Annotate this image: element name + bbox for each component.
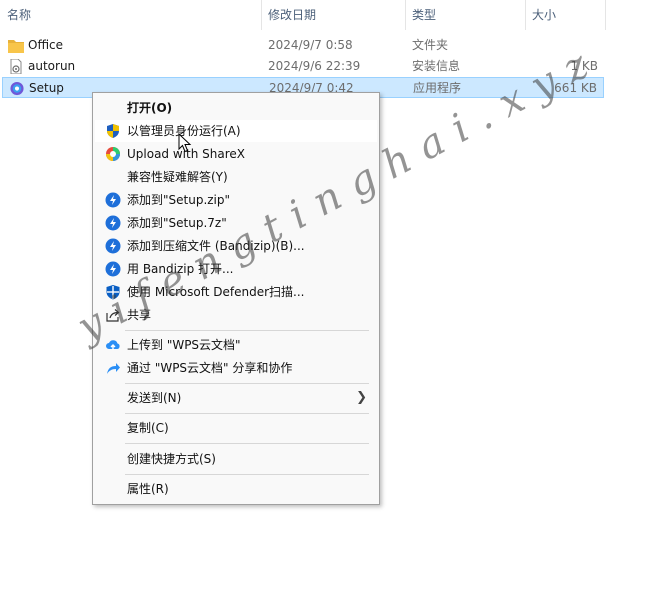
column-header: ⌃ 名称 修改日期 类型 大小 [0,0,606,30]
column-type[interactable]: 类型 [412,0,436,30]
column-divider[interactable] [605,0,606,30]
sharex-icon [106,147,120,161]
column-divider[interactable] [261,0,262,30]
file-row-autorun[interactable]: autorun 2024/9/6 22:39 安装信息 1 KB [2,56,604,77]
wps-upload-icon [106,340,120,350]
menu-separator [125,443,369,444]
wps-share-icon [107,363,120,374]
column-divider[interactable] [525,0,526,30]
menu-separator [125,330,369,331]
chevron-right-icon: ❯ [356,390,367,405]
menu-label: 用 Bandizip 打开... [127,262,234,276]
share-icon [106,309,120,322]
menu-open-bandizip[interactable]: 用 Bandizip 打开... [95,258,377,280]
column-name[interactable]: 名称 [7,0,31,30]
column-divider[interactable] [405,0,406,30]
menu-label: 兼容性疑难解答(Y) [127,170,228,184]
file-name: autorun [28,59,76,73]
bandizip-icon [105,215,121,231]
menu-share[interactable]: 共享 [95,304,377,326]
menu-label: 使用 Microsoft Defender扫描... [127,285,305,299]
column-date[interactable]: 修改日期 [268,0,316,30]
defender-icon [106,285,120,300]
mouse-cursor-icon [178,133,192,153]
sort-up-icon: ⌃ [126,0,137,8]
file-date: 2024/9/6 22:39 [268,59,361,73]
menu-label: 属性(R) [127,482,169,496]
file-date: 2024/9/7 0:58 [268,38,353,52]
menu-label: 上传到 "WPS云文档" [127,338,241,352]
menu-label: 打开(O) [127,101,173,115]
file-size: 1 KB [570,59,598,73]
bandizip-icon [105,238,121,254]
menu-separator [125,474,369,475]
menu-label: 添加到"Setup.zip" [127,193,231,207]
file-name: Office [28,38,64,52]
menu-send-to[interactable]: 发送到(N) ❯ [95,387,377,409]
context-menu: 打开(O) 以管理员身份运行(A) Upload with ShareX 兼容性… [92,92,380,505]
inf-file-icon [10,59,22,74]
menu-create-shortcut[interactable]: 创建快捷方式(S) [95,448,377,470]
menu-add-archive[interactable]: 添加到压缩文件 (Bandizip)(B)... [95,235,377,257]
bandizip-icon [105,261,121,277]
menu-add-zip[interactable]: 添加到"Setup.zip" [95,189,377,211]
menu-run-as-admin[interactable]: 以管理员身份运行(A) [95,120,377,142]
menu-copy[interactable]: 复制(C) [95,417,377,439]
office-setup-icon [10,81,24,96]
file-row-office[interactable]: Office 2024/9/7 0:58 文件夹 [2,35,604,56]
menu-separator [125,413,369,414]
menu-properties[interactable]: 属性(R) [95,478,377,500]
menu-open[interactable]: 打开(O) [95,97,377,119]
menu-label: 通过 "WPS云文档" 分享和协作 [127,361,293,375]
file-type: 文件夹 [412,38,449,52]
menu-label: 共享 [127,308,152,322]
file-type: 应用程序 [413,81,462,95]
file-name: Setup [29,81,64,95]
menu-add-7z[interactable]: 添加到"Setup.7z" [95,212,377,234]
menu-label: 添加到压缩文件 (Bandizip)(B)... [127,239,305,253]
file-type: 安装信息 [412,59,461,73]
column-size[interactable]: 大小 [532,0,556,30]
folder-icon [8,40,24,53]
menu-compat-troubleshoot[interactable]: 兼容性疑难解答(Y) [95,166,377,188]
menu-defender-scan[interactable]: 使用 Microsoft Defender扫描... [95,281,377,303]
file-size: 661 KB [554,81,597,95]
menu-wps-upload[interactable]: 上传到 "WPS云文档" [95,334,377,356]
menu-wps-share[interactable]: 通过 "WPS云文档" 分享和协作 [95,357,377,379]
menu-label: 添加到"Setup.7z" [127,216,227,230]
bandizip-icon [105,192,121,208]
menu-label: 创建快捷方式(S) [127,452,216,466]
menu-label: 发送到(N) [127,391,182,405]
menu-label: 复制(C) [127,421,169,435]
menu-separator [125,383,369,384]
uac-shield-icon [107,124,119,138]
menu-sharex[interactable]: Upload with ShareX [95,143,377,165]
